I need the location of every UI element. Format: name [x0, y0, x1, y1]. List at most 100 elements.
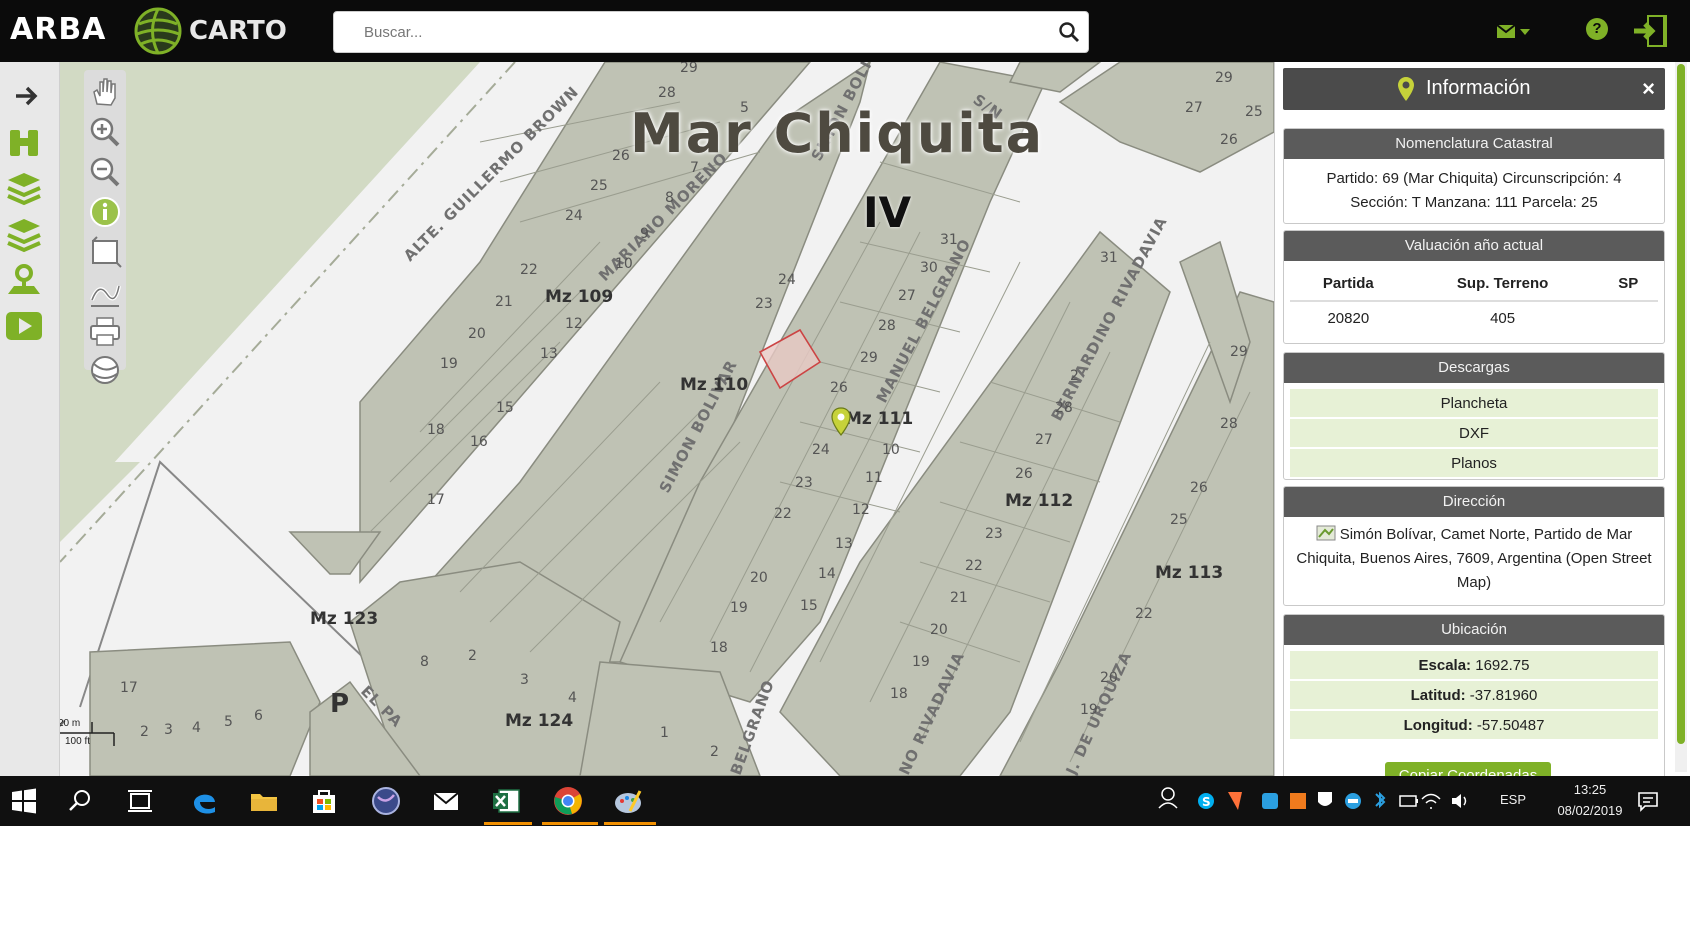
mz-label-123: Mz 123: [310, 609, 378, 629]
print-icon[interactable]: [87, 314, 123, 350]
chrome-active-indicator: [542, 822, 598, 825]
lot-number: 17: [120, 680, 138, 696]
security-shield-icon[interactable]: [1318, 792, 1332, 806]
lot-number: 4: [192, 720, 201, 736]
edge-browser-icon[interactable]: [188, 785, 220, 817]
skype-icon[interactable]: S: [1198, 793, 1214, 809]
nomenclatura-line-1: Partido: 69 (Mar Chiquita) Circunscripci…: [1326, 170, 1622, 187]
cloud-drive-icon[interactable]: [1262, 793, 1278, 809]
people-icon[interactable]: [1158, 787, 1178, 809]
app-window: ARBA CARTO ?: [0, 0, 1690, 826]
ide-layers-icon[interactable]: [4, 214, 44, 254]
play-icon[interactable]: [4, 306, 44, 346]
descargas-heading: Descargas: [1284, 353, 1664, 383]
help-icon[interactable]: ?: [1586, 18, 1608, 40]
direccion-card: Dirección Simón Bolívar, Camet Norte, Pa…: [1283, 486, 1665, 606]
mail-app-icon[interactable]: [430, 785, 462, 817]
paint-app-icon[interactable]: [612, 785, 644, 817]
binoculars-icon[interactable]: [4, 122, 44, 162]
excel-icon[interactable]: [490, 785, 522, 817]
lot-number: 24: [565, 208, 583, 224]
zoom-in-icon[interactable]: [87, 114, 123, 150]
lot-number: 22: [520, 262, 538, 278]
lot-number: 29: [1230, 344, 1248, 360]
lot-number: 20: [750, 570, 768, 586]
longitud-label: Longitud:: [1403, 717, 1473, 734]
windows-start-icon[interactable]: [8, 785, 40, 817]
latitud-value: -37.81960: [1469, 687, 1538, 704]
ubicacion-card: Ubicación Escala: 1692.75 Latitud: -37.8…: [1283, 614, 1665, 776]
lot-number: 28: [1220, 416, 1238, 432]
language-indicator[interactable]: ESP: [1500, 792, 1526, 807]
cell-sup-terreno: 405: [1490, 310, 1516, 327]
scrollbar-thumb[interactable]: [1677, 64, 1685, 744]
top-header: ARBA CARTO ?: [0, 0, 1690, 62]
carto-logo[interactable]: CARTO: [133, 4, 287, 58]
lot-number: 4: [568, 690, 577, 706]
lot-number: 15: [496, 400, 514, 416]
clock-time[interactable]: 13:25: [1555, 782, 1625, 797]
search-icon[interactable]: [1058, 21, 1080, 43]
layers-icon[interactable]: [4, 168, 44, 208]
arba-logo[interactable]: ARBA: [10, 12, 106, 47]
battery-icon[interactable]: [1399, 795, 1418, 807]
logout-icon[interactable]: [1631, 12, 1671, 50]
copy-coordinates-button[interactable]: Copiar Coordenadas: [1385, 762, 1551, 776]
lot-number: 14: [818, 566, 836, 582]
zoom-out-icon[interactable]: [87, 154, 123, 190]
lot-number: 10: [882, 442, 900, 458]
download-planos-link[interactable]: Planos: [1290, 449, 1658, 479]
download-dxf-link[interactable]: DXF: [1290, 419, 1658, 449]
globe-tool-icon[interactable]: [87, 352, 123, 388]
sync-app-icon[interactable]: [1290, 793, 1306, 809]
lot-number: 1: [660, 725, 669, 741]
map-place-title: Mar Chiquita: [630, 102, 1045, 165]
lot-number: 20: [930, 622, 948, 638]
search-box: [333, 11, 1089, 53]
globe-app-icon[interactable]: [370, 785, 402, 817]
mail-dropdown-icon[interactable]: [1495, 20, 1535, 44]
lot-number: 25: [590, 178, 608, 194]
clock-date[interactable]: 08/02/2019: [1540, 803, 1640, 818]
chat-app-icon[interactable]: [1345, 793, 1361, 809]
information-panel: Información × Nomenclatura Catastral Par…: [1274, 62, 1690, 776]
info-icon[interactable]: [87, 194, 123, 230]
escala-row: Escala: 1692.75: [1290, 651, 1658, 681]
firefox-tray-icon[interactable]: [1228, 792, 1242, 810]
map-canvas[interactable]: ALTE. GUILLERMO BROWN MARIANO MORENO SIM…: [60, 62, 1274, 776]
file-explorer-icon[interactable]: [248, 785, 280, 817]
chrome-icon[interactable]: [552, 785, 584, 817]
volume-icon[interactable]: [1452, 794, 1467, 808]
download-plancheta-link[interactable]: Plancheta: [1290, 389, 1658, 419]
mz-label-112: Mz 112: [1005, 491, 1073, 511]
lot-number: 19: [1080, 702, 1098, 718]
mz-label-109: Mz 109: [545, 287, 613, 307]
lot-number: 10: [615, 256, 633, 272]
store-icon[interactable]: [308, 785, 340, 817]
location-person-icon[interactable]: [4, 260, 44, 300]
globe-icon: [134, 7, 182, 55]
task-view-icon[interactable]: [124, 785, 156, 817]
nomenclatura-card: Nomenclatura Catastral Partido: 69 (Mar …: [1283, 128, 1665, 224]
lot-number: 18: [427, 422, 445, 438]
search-taskbar-icon[interactable]: [64, 785, 96, 817]
measure-area-icon[interactable]: [87, 234, 123, 270]
search-input[interactable]: [364, 12, 1044, 52]
longitud-value: -57.50487: [1476, 717, 1545, 734]
lot-number: 28: [1055, 400, 1073, 416]
location-marker-icon[interactable]: [831, 407, 851, 437]
close-icon[interactable]: ×: [1642, 76, 1655, 102]
block-northeast-2[interactable]: [1058, 62, 1274, 173]
lot-number: 27: [1185, 100, 1203, 116]
cadastral-map[interactable]: ALTE. GUILLERMO BROWN MARIANO MORENO SIM…: [60, 62, 1274, 776]
notifications-icon[interactable]: [1636, 789, 1660, 813]
block-southwest[interactable]: [89, 641, 321, 776]
expand-arrow-icon[interactable]: [4, 76, 44, 116]
info-panel-scrollbar[interactable]: [1675, 62, 1687, 772]
pan-hand-icon[interactable]: [87, 74, 123, 110]
wifi-icon[interactable]: [1421, 793, 1441, 809]
map-pin-icon: [1398, 77, 1414, 101]
measure-distance-icon[interactable]: [87, 274, 123, 310]
scale-imperial-label: 100 ft: [65, 736, 91, 747]
bluetooth-icon[interactable]: [1375, 791, 1386, 809]
